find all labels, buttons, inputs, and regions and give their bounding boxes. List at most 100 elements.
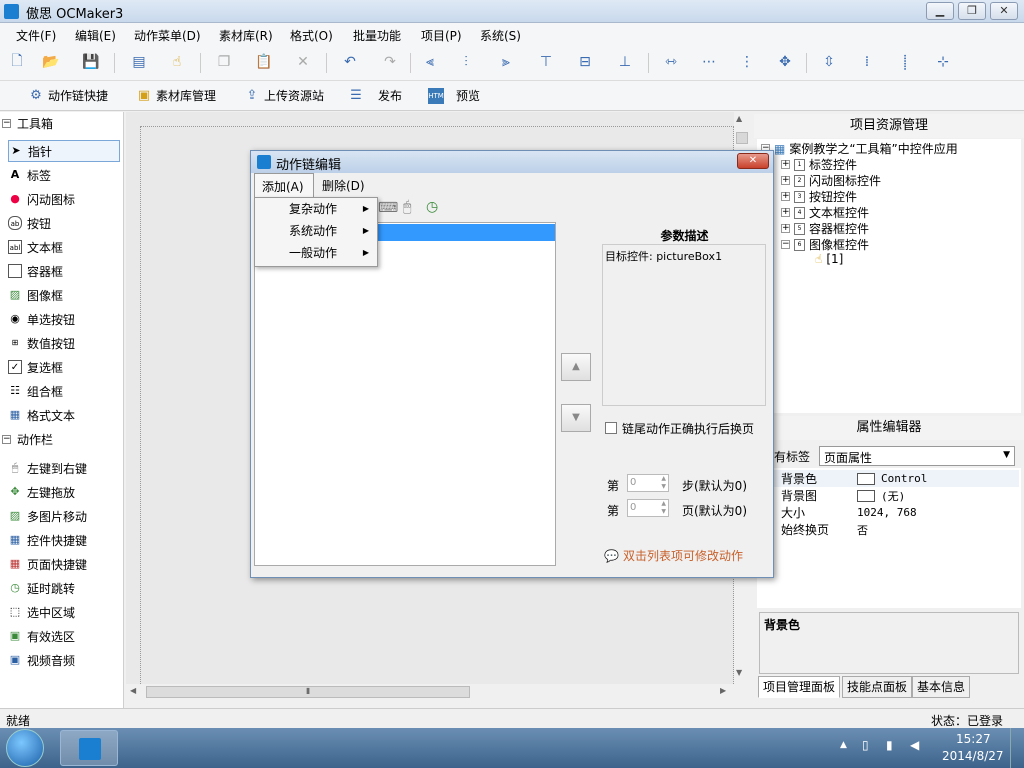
prop-row[interactable]: 背景图 (无) <box>757 487 1019 504</box>
menu-batch[interactable]: 批量功能 <box>353 27 401 44</box>
tree-node[interactable]: +4 文本框控件 <box>781 204 869 221</box>
tree-node[interactable]: +5 容器框控件 <box>781 220 869 237</box>
prop-row[interactable]: 大小 1024, 768 <box>757 504 1019 521</box>
h-spacing-icon[interactable]: ⋯ <box>700 53 718 71</box>
action-drag[interactable]: ✥ 左键拖放 <box>8 481 120 503</box>
show-hidden-icon[interactable]: ▲ <box>840 740 847 750</box>
tree-node[interactable]: +3 按钮控件 <box>781 188 857 205</box>
menu-item-complex-action[interactable]: 复杂动作 ▶ <box>255 198 377 220</box>
action-header[interactable]: − 动作栏 <box>2 430 120 448</box>
paste-icon[interactable]: 📋 <box>255 53 273 71</box>
canvas-horizontal-scrollbar[interactable]: ◀ ⦀ ▶ <box>126 684 750 700</box>
tool-pointer[interactable]: ➤ 指针 <box>8 140 120 162</box>
move-up-button[interactable]: ▲ <box>561 353 591 381</box>
action-left-to-right[interactable]: 🖱 左键到右键 <box>8 457 120 479</box>
align-left-icon[interactable]: ⫷ <box>421 53 439 71</box>
resource-manage-button[interactable]: ▣ 素材库管理 <box>136 87 216 104</box>
tab-skill-panel[interactable]: 技能点面板 <box>842 676 913 698</box>
v-distribute-icon[interactable]: ⸽ <box>896 53 914 71</box>
action-control-shortcut[interactable]: ▦ 控件快捷键 <box>8 529 120 551</box>
menu-system[interactable]: 系统(S) <box>480 27 521 44</box>
tool-richtext[interactable]: ▦ 格式文本 <box>8 404 120 426</box>
action-list[interactable] <box>254 222 556 566</box>
save-icon[interactable]: 💾 <box>82 53 100 71</box>
menu-project[interactable]: 项目(P) <box>421 27 462 44</box>
align-bottom-icon[interactable]: ⊥ <box>616 53 634 71</box>
align-top-icon[interactable]: ⊤ <box>537 53 555 71</box>
h-distribute-icon[interactable]: ⋮ <box>738 53 756 71</box>
prop-row[interactable]: 始终换页否 <box>757 521 1019 538</box>
action-multi-image[interactable]: ▨ 多图片移动 <box>8 505 120 527</box>
action-video-audio[interactable]: ▣ 视频音频 <box>8 649 120 671</box>
taskbar-app-button[interactable] <box>60 730 118 766</box>
tab-project-panel[interactable]: 项目管理面板 <box>758 676 841 698</box>
tool-textbox[interactable]: abl 文本框 <box>8 236 120 258</box>
show-desktop-button[interactable] <box>1010 728 1024 768</box>
preview-button[interactable]: HTM 预览 <box>428 87 480 104</box>
clock-date[interactable]: 2014/8/27 <box>942 749 1004 763</box>
chain-end-checkbox[interactable] <box>605 422 617 434</box>
tool-button[interactable]: ab 按钮 <box>8 212 120 234</box>
menu-action[interactable]: 动作菜单(D) <box>134 27 201 44</box>
toolbox-header[interactable]: − 工具箱 <box>2 114 120 132</box>
clock-time[interactable]: 15:27 <box>956 732 991 746</box>
start-button[interactable] <box>6 729 44 767</box>
align-middle-icon[interactable]: ⊟ <box>576 53 594 71</box>
tool-label[interactable]: A 标签 <box>8 164 120 186</box>
tree-node[interactable]: +2 闪动图标控件 <box>781 172 881 189</box>
tool-container[interactable]: 容器框 <box>8 260 120 282</box>
tool-checkbox[interactable]: ✓ 复选框 <box>8 356 120 378</box>
menu-item-system-action[interactable]: 系统动作 ▶ <box>255 220 377 242</box>
dialog-menu-delete[interactable]: 删除(D) <box>322 177 365 194</box>
same-height-icon[interactable]: ⇳ <box>820 53 838 71</box>
action-valid-area[interactable]: ▣ 有效选区 <box>8 625 120 647</box>
mouse-icon[interactable]: 🖱 <box>403 199 411 215</box>
undo-icon[interactable]: ↶ <box>341 53 359 71</box>
copy-icon[interactable]: ❐ <box>215 53 233 71</box>
dialog-close-button[interactable]: ✕ <box>737 153 769 169</box>
minimize-button[interactable]: ▁ <box>926 2 954 20</box>
v-spacing-icon[interactable]: ⁞ <box>858 53 876 71</box>
tool-flash-icon[interactable]: ● 闪动图标 <box>8 188 120 210</box>
action-select-area[interactable]: ⬚ 选中区域 <box>8 601 120 623</box>
page-icon[interactable]: ▤ <box>130 53 148 71</box>
step-spinner[interactable]: 0 ▲ ▼ <box>627 474 669 492</box>
tab-basic-info[interactable]: 基本信息 <box>912 676 971 698</box>
keyboard-icon[interactable]: ⌨ <box>378 200 398 216</box>
tool-radio[interactable]: ◉ 单选按钮 <box>8 308 120 330</box>
action-delay-jump[interactable]: ◷ 延时跳转 <box>8 577 120 599</box>
maximize-button[interactable]: ❐ <box>958 2 986 20</box>
volume-icon[interactable]: ◀ <box>910 738 919 752</box>
action-page-shortcut[interactable]: ▦ 页面快捷键 <box>8 553 120 575</box>
menu-resources[interactable]: 素材库(R) <box>219 27 273 44</box>
tree-node[interactable]: −6 图像框控件 <box>781 236 869 253</box>
open-folder-icon[interactable]: 📂 <box>42 53 60 71</box>
publish-button[interactable]: ☰ 发布 <box>348 87 402 104</box>
menu-file[interactable]: 文件(F) <box>16 27 56 44</box>
h-center-icon[interactable]: ✥ <box>776 53 794 71</box>
tool-numeric[interactable]: ⊞ 数值按钮 <box>8 332 120 354</box>
page-spinner[interactable]: 0 ▲ ▼ <box>627 499 669 517</box>
same-width-icon[interactable]: ⇿ <box>662 53 680 71</box>
tool-combo[interactable]: ☷ 组合框 <box>8 380 120 402</box>
prop-row[interactable]: 背景色 Control <box>757 470 1019 487</box>
device-icon[interactable]: ▯ <box>862 738 869 752</box>
redo-icon[interactable]: ↷ <box>381 53 399 71</box>
align-right-icon[interactable]: ⫸ <box>497 53 515 71</box>
move-down-button[interactable]: ▼ <box>561 404 591 432</box>
dialog-menu-add[interactable]: 添加(A) <box>254 173 314 197</box>
network-icon[interactable]: ▮ <box>886 738 893 752</box>
action-chain-button[interactable]: ⚙ 动作链快捷 <box>28 87 108 104</box>
close-window-button[interactable]: ✕ <box>990 2 1018 20</box>
menu-item-general-action[interactable]: 一般动作 ▶ <box>255 242 377 264</box>
delete-icon[interactable]: ✕ <box>294 53 312 71</box>
align-center-icon[interactable]: ⫶ <box>457 53 475 71</box>
new-file-icon[interactable]: 🗋 <box>8 53 26 71</box>
tag-select[interactable]: 页面属性 ▼ <box>819 446 1015 466</box>
v-center-icon[interactable]: ⊹ <box>934 53 952 71</box>
menu-edit[interactable]: 编辑(E) <box>75 27 116 44</box>
upload-button[interactable]: ⇪ 上传资源站 <box>244 87 324 104</box>
tree-root[interactable]: − ▦ 案例教学之“工具箱”中控件应用 <box>761 140 958 157</box>
tool-image[interactable]: ▨ 图像框 <box>8 284 120 306</box>
menu-format[interactable]: 格式(O) <box>290 27 333 44</box>
